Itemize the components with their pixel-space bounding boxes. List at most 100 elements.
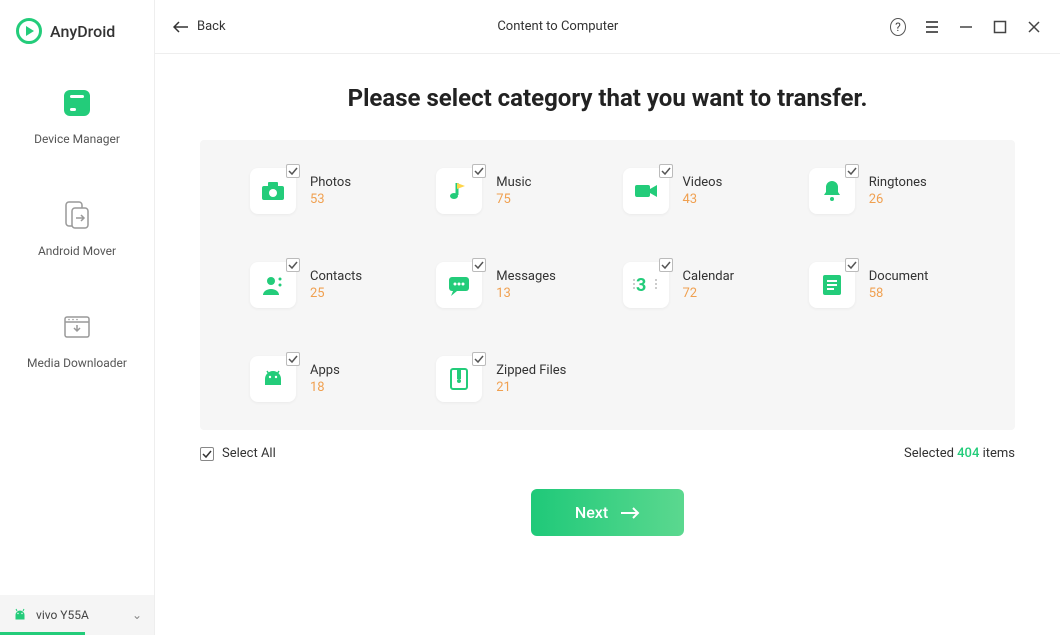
sidebar-item-label: Android Mover bbox=[38, 244, 116, 258]
category-name: Calendar bbox=[683, 269, 735, 284]
video-icon bbox=[623, 168, 669, 214]
category-count: 26 bbox=[869, 192, 927, 207]
app-name: AnyDroid bbox=[50, 22, 115, 41]
category-ringtones[interactable]: Ringtones 26 bbox=[809, 168, 975, 214]
minimize-button[interactable] bbox=[958, 19, 974, 35]
check-icon bbox=[845, 258, 859, 272]
category-count: 75 bbox=[496, 192, 531, 207]
bell-icon bbox=[809, 168, 855, 214]
category-name: Videos bbox=[683, 175, 723, 190]
chevron-down-icon: ⌄ bbox=[132, 608, 142, 622]
category-name: Music bbox=[496, 175, 531, 190]
category-name: Apps bbox=[310, 363, 340, 378]
next-row: Next bbox=[200, 489, 1015, 536]
message-icon bbox=[436, 262, 482, 308]
back-button[interactable]: Back bbox=[173, 19, 226, 34]
categories-panel: Photos 53 Music 75 Videos 43 Ringtones 26 Contac… bbox=[200, 140, 1015, 430]
close-button[interactable] bbox=[1026, 19, 1042, 35]
category-name: Contacts bbox=[310, 269, 362, 284]
category-count: 53 bbox=[310, 192, 351, 207]
category-count: 13 bbox=[496, 286, 556, 301]
category-apps[interactable]: Apps 18 bbox=[250, 356, 416, 402]
help-button[interactable]: ? bbox=[890, 19, 906, 35]
category-music[interactable]: Music 75 bbox=[436, 168, 602, 214]
category-name: Photos bbox=[310, 175, 351, 190]
sidebar-item-label: Media Downloader bbox=[27, 356, 127, 370]
doc-icon bbox=[809, 262, 855, 308]
check-icon bbox=[659, 258, 673, 272]
category-name: Zipped Files bbox=[496, 363, 566, 378]
music-icon bbox=[436, 168, 482, 214]
check-icon bbox=[472, 258, 486, 272]
device-selector[interactable]: vivo Y55A ⌄ bbox=[0, 595, 154, 635]
category-videos[interactable]: Videos 43 bbox=[623, 168, 789, 214]
android-mover-icon bbox=[58, 196, 96, 234]
check-icon bbox=[286, 164, 300, 178]
contact-icon bbox=[250, 262, 296, 308]
maximize-icon bbox=[993, 20, 1007, 34]
titlebar: Back Content to Computer ? bbox=[155, 0, 1060, 54]
check-icon bbox=[845, 164, 859, 178]
category-count: 25 bbox=[310, 286, 362, 301]
category-document[interactable]: Document 58 bbox=[809, 262, 975, 308]
selected-count: 404 bbox=[957, 446, 979, 461]
android-icon bbox=[12, 607, 28, 623]
next-button[interactable]: Next bbox=[531, 489, 684, 536]
minimize-icon bbox=[959, 20, 973, 34]
device-manager-icon bbox=[58, 84, 96, 122]
check-icon bbox=[286, 258, 300, 272]
next-label: Next bbox=[575, 503, 608, 522]
svg-text:3: 3 bbox=[636, 275, 646, 296]
select-all-checkbox[interactable]: Select All bbox=[200, 446, 276, 461]
check-icon bbox=[659, 164, 673, 178]
category-count: 18 bbox=[310, 380, 340, 395]
category-count: 21 bbox=[496, 380, 566, 395]
heading: Please select category that you want to … bbox=[200, 84, 1015, 112]
close-icon bbox=[1027, 20, 1041, 34]
selected-count-info: Selected 404 items bbox=[904, 446, 1015, 461]
category-name: Document bbox=[869, 269, 929, 284]
category-contacts[interactable]: Contacts 25 bbox=[250, 262, 416, 308]
sidebar-item-device-manager[interactable]: Device Manager bbox=[0, 84, 154, 146]
android-icon bbox=[250, 356, 296, 402]
arrow-right-icon bbox=[620, 506, 640, 520]
media-downloader-icon bbox=[58, 308, 96, 346]
zip-icon bbox=[436, 356, 482, 402]
category-zipped-files[interactable]: Zipped Files 21 bbox=[436, 356, 602, 402]
sidebar: AnyDroid Device Manager Android Mover Me… bbox=[0, 0, 155, 635]
device-name: vivo Y55A bbox=[36, 608, 124, 622]
check-icon bbox=[472, 164, 486, 178]
sidebar-item-label: Device Manager bbox=[34, 132, 120, 146]
checkbox-icon bbox=[200, 447, 214, 461]
calendar-icon: 3 bbox=[623, 262, 669, 308]
category-count: 72 bbox=[683, 286, 735, 301]
menu-icon bbox=[925, 20, 939, 34]
category-calendar[interactable]: 3 Calendar 72 bbox=[623, 262, 789, 308]
category-count: 43 bbox=[683, 192, 723, 207]
page-title: Content to Computer bbox=[226, 19, 890, 34]
sidebar-item-android-mover[interactable]: Android Mover bbox=[0, 196, 154, 258]
app-logo-icon bbox=[16, 18, 42, 44]
menu-button[interactable] bbox=[924, 19, 940, 35]
categories-grid: Photos 53 Music 75 Videos 43 Ringtones 26 Contac… bbox=[250, 168, 975, 402]
app-logo-row: AnyDroid bbox=[0, 0, 154, 54]
check-icon bbox=[472, 352, 486, 366]
category-messages[interactable]: Messages 13 bbox=[436, 262, 602, 308]
maximize-button[interactable] bbox=[992, 19, 1008, 35]
content: Please select category that you want to … bbox=[155, 54, 1060, 635]
back-label: Back bbox=[197, 19, 226, 34]
category-name: Ringtones bbox=[869, 175, 927, 190]
sidebar-item-media-downloader[interactable]: Media Downloader bbox=[0, 308, 154, 370]
category-photos[interactable]: Photos 53 bbox=[250, 168, 416, 214]
main-area: Back Content to Computer ? Please select… bbox=[155, 0, 1060, 635]
camera-icon bbox=[250, 168, 296, 214]
category-name: Messages bbox=[496, 269, 556, 284]
category-count: 58 bbox=[869, 286, 929, 301]
footer-row: Select All Selected 404 items bbox=[200, 446, 1015, 461]
check-icon bbox=[286, 352, 300, 366]
sidebar-nav: Device Manager Android Mover Media Downl… bbox=[0, 54, 154, 370]
help-icon: ? bbox=[890, 18, 906, 36]
arrow-left-icon bbox=[173, 21, 189, 33]
window-controls: ? bbox=[890, 19, 1042, 35]
select-all-label: Select All bbox=[222, 446, 276, 461]
